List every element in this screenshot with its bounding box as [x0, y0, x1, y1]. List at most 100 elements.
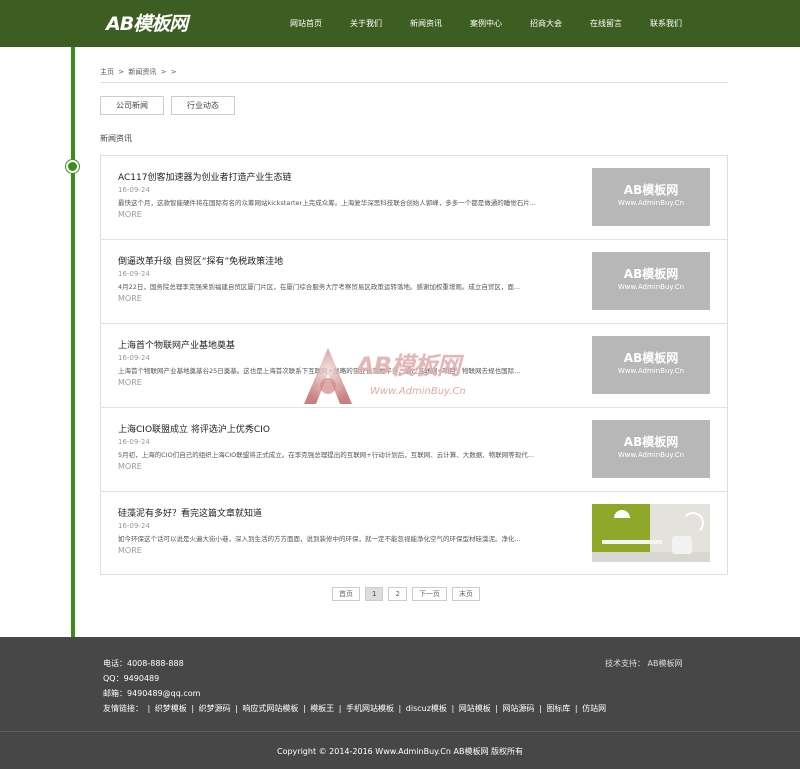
pager-first[interactable]: 首页 [332, 587, 360, 601]
category-company-news[interactable]: 公司新闻 [100, 96, 164, 115]
watermark-url: Www.AdminBuy.Cn [370, 386, 466, 397]
news-desc: 如今环保这个话可以说是火遍大街小巷，深入到生活的方方面面，说到装修中的环保，就一… [118, 535, 521, 543]
category-industry-news[interactable]: 行业动态 [171, 96, 235, 115]
breadcrumb-home[interactable]: 主页 [100, 68, 114, 76]
friend-link[interactable]: 网站模板 [459, 704, 491, 713]
nav-item-investment[interactable]: 招商大会 [516, 0, 576, 47]
nav-item-home[interactable]: 网站首页 [276, 0, 336, 47]
nav-item-cases[interactable]: 案例中心 [456, 0, 516, 47]
news-date: 16-09-24 [118, 186, 150, 194]
photo-table [602, 540, 662, 544]
friend-link[interactable]: 织梦源码 [199, 704, 231, 713]
link-sep: | [147, 704, 151, 713]
news-thumbnail[interactable]: AB模板网 Www.AdminBuy.Cn [592, 252, 710, 310]
site-logo[interactable]: AB模板网 [106, 9, 188, 36]
footer-tech-support: 技术支持： AB模板网 [605, 659, 683, 668]
photo-branch [682, 512, 704, 534]
link-sep: | [451, 704, 455, 713]
news-more-link[interactable]: MORE [118, 294, 142, 303]
breadcrumb-sep: > [170, 68, 177, 76]
list-item[interactable]: AC117创客加速器为创业者打造产业生态链 16-09-24 最快这个月，这款智… [101, 156, 727, 240]
friend-link[interactable]: 响应式网站模板 [242, 704, 298, 713]
copyright: Copyright © 2014-2016 Www.AdminBuy.Cn AB… [276, 747, 524, 756]
link-sep: | [574, 704, 578, 713]
footer-phone: 电话：4008-888-888 [103, 659, 184, 668]
news-more-link[interactable]: MORE [118, 210, 142, 219]
photo-lamp [614, 510, 630, 518]
pager-last[interactable]: 末页 [451, 587, 480, 601]
thumb-logo: AB模板网 [623, 183, 679, 197]
news-date: 16-09-24 [118, 522, 150, 530]
nav-item-message[interactable]: 在线留言 [576, 0, 636, 47]
thumb-logo: AB模板网 [623, 267, 679, 281]
news-title[interactable]: 上海首个物联网产业基地奠基 [118, 338, 235, 351]
breadcrumb-sep: > [118, 68, 125, 76]
list-item[interactable]: 倒逼改革升级 自贸区“探有”免税政策洼地 16-09-24 4月22日，国务院总… [101, 240, 727, 324]
news-more-link[interactable]: MORE [118, 546, 142, 555]
link-sep: | [539, 704, 542, 713]
section-title: 新闻资讯 [100, 134, 132, 143]
news-title[interactable]: 硅藻泥有多好？看完这篇文章就知道 [118, 506, 262, 519]
photo-chair [672, 536, 692, 554]
link-sep: | [398, 704, 402, 713]
footer-friend-links: 友情链接： | 织梦模板 | 织梦源码 | 响应式网站模板 | 模板王 | 手机… [103, 703, 608, 714]
friend-link[interactable]: 网站源码 [503, 704, 535, 713]
friend-link[interactable]: 模板王 [310, 704, 334, 713]
news-more-link[interactable]: MORE [118, 462, 142, 471]
friend-link[interactable]: 仿站网 [582, 704, 606, 713]
link-sep: | [235, 704, 238, 713]
news-desc: 4月22日，国务院总理李克强来到福建自贸区厦门片区，在厦门综合服务大厅考察贸易区… [118, 283, 521, 291]
photo-floor [592, 552, 710, 562]
thumb-url: Www.AdminBuy.Cn [617, 283, 685, 291]
nav-item-about[interactable]: 关于我们 [336, 0, 396, 47]
news-desc: 最快这个月，这款智能硬件将在国际有名的众筹网站kickstarter上完成众筹。… [118, 199, 536, 207]
watermark-logo-icon [304, 348, 352, 404]
link-sep: | [338, 704, 342, 713]
thumb-url: Www.AdminBuy.Cn [617, 367, 685, 375]
nav-item-news[interactable]: 新闻资讯 [396, 0, 456, 47]
pagination: 首页 1 2 下一页 末页 [332, 587, 480, 601]
nav-item-contact[interactable]: 联系我们 [636, 0, 696, 47]
thumb-url: Www.AdminBuy.Cn [617, 199, 685, 207]
timeline-dot [66, 160, 79, 173]
news-title[interactable]: 倒逼改革升级 自贸区“探有”免税政策洼地 [118, 254, 283, 267]
news-photo-thumbnail[interactable] [592, 504, 710, 562]
news-title[interactable]: 上海CIO联盟成立 将评选沪上优秀CIO [118, 422, 270, 435]
footer-qq: QQ：9490489 [103, 674, 160, 683]
breadcrumb: 主页 > 新闻资讯 > > [100, 67, 728, 83]
thumb-logo: AB模板网 [623, 351, 679, 365]
thumb-logo: AB模板网 [623, 435, 679, 449]
news-thumbnail[interactable]: AB模板网 Www.AdminBuy.Cn [592, 168, 710, 226]
footer: 电话：4008-888-888 QQ：9490489 邮箱：9490489@qq… [0, 637, 800, 769]
friend-link[interactable]: discuz模板 [406, 704, 447, 713]
timeline-bar [71, 47, 75, 637]
news-more-link[interactable]: MORE [118, 378, 142, 387]
main-nav: 网站首页 关于我们 新闻资讯 案例中心 招商大会 在线留言 联系我们 [276, 0, 696, 47]
breadcrumb-news[interactable]: 新闻资讯 [128, 68, 156, 76]
footer-divider [0, 731, 800, 732]
friend-link[interactable]: 织梦模板 [155, 704, 187, 713]
link-sep: | [191, 704, 195, 713]
breadcrumb-sep: > [160, 68, 167, 76]
news-date: 16-09-24 [118, 270, 150, 278]
footer-email: 邮箱：9490489@qq.com [103, 689, 201, 698]
pager-page-1[interactable]: 1 [365, 587, 384, 601]
list-item[interactable]: 硅藻泥有多好？看完这篇文章就知道 16-09-24 如今环保这个话可以说是火遍大… [101, 492, 727, 576]
friend-link[interactable]: 手机网站模板 [346, 704, 394, 713]
news-title[interactable]: AC117创客加速器为创业者打造产业生态链 [118, 170, 291, 183]
news-desc: 5月初，上海的CIO们自己的组织上海CIO联盟将正式成立。在李克强总理提出的互联… [118, 451, 534, 459]
news-thumbnail[interactable]: AB模板网 Www.AdminBuy.Cn [592, 336, 710, 394]
watermark-text: AB模板网 [356, 352, 461, 380]
thumb-url: Www.AdminBuy.Cn [617, 451, 685, 459]
news-date: 16-09-24 [118, 354, 150, 362]
news-thumbnail[interactable]: AB模板网 Www.AdminBuy.Cn [592, 420, 710, 478]
pager-next[interactable]: 下一页 [411, 587, 447, 601]
pager-page-2[interactable]: 2 [388, 587, 407, 601]
category-tabs: 公司新闻 行业动态 [100, 96, 235, 115]
news-date: 16-09-24 [118, 438, 150, 446]
watermark: AB模板网 Www.AdminBuy.Cn [302, 346, 502, 416]
friend-link[interactable]: 图标库 [546, 704, 570, 713]
header: AB模板网 网站首页 关于我们 新闻资讯 案例中心 招商大会 在线留言 联系我们 [0, 0, 800, 47]
link-sep: | [495, 704, 498, 713]
list-item[interactable]: 上海CIO联盟成立 将评选沪上优秀CIO 16-09-24 5月初，上海的CIO… [101, 408, 727, 492]
